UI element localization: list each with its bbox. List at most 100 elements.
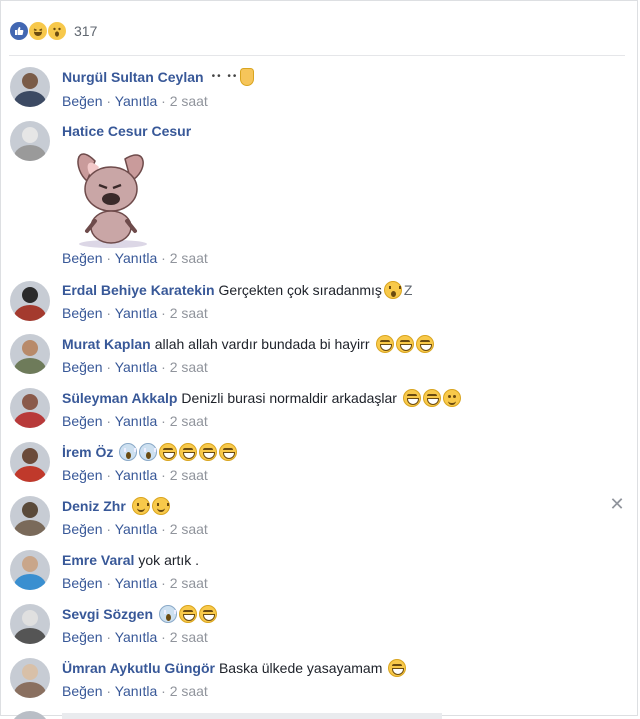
grin-emoji-icon [199,605,218,623]
wink-emoji-icon [442,389,461,407]
separator: · [161,93,170,109]
wow-icon [47,21,67,41]
comment-text: yok artık . [138,552,200,568]
smile-emoji-icon [151,497,170,515]
timestamp[interactable]: 2 saat [170,93,208,109]
reply-link[interactable]: Yanıtla [115,250,158,266]
scream-emoji-icon [159,605,178,623]
like-link[interactable]: Beğen [62,250,102,266]
divider [9,55,625,56]
grin-emoji-icon [422,389,441,407]
avatar[interactable] [10,496,50,536]
separator: · [106,521,115,537]
like-link[interactable]: Beğen [62,629,102,645]
comment-author[interactable]: Emre Varal [62,551,134,569]
avatar[interactable] [10,281,50,321]
separator: · [106,250,115,266]
timestamp[interactable]: 2 saat [170,521,208,537]
separator: · [161,359,170,375]
grin-emoji-icon [402,389,421,407]
reply-link[interactable]: Yanıtla [115,683,158,699]
comment-text: Baska ülkede yasayamam [218,660,383,676]
reply-link[interactable]: Yanıtla [115,575,158,591]
like-link[interactable]: Beğen [62,93,102,109]
reply-link[interactable]: Yanıtla [115,629,158,645]
avatar[interactable] [10,121,50,161]
comment-text: Denizli burasi normaldir arkadaşlar [181,390,397,406]
reply-link[interactable]: Yanıtla [115,93,158,109]
comment-trail: Z [403,282,413,298]
separator: · [161,629,170,645]
comment-author[interactable]: Nurgül Sultan Ceylan [62,68,204,86]
comment-author[interactable]: İrem Öz [62,443,113,461]
grin-emoji-icon [179,443,198,461]
reply-link[interactable]: Yanıtla [115,305,158,321]
timestamp[interactable]: 2 saat [170,683,208,699]
separator: · [161,413,170,429]
avatar[interactable] [10,550,50,590]
grin-emoji-icon [375,335,394,353]
separator: · [106,629,115,645]
timestamp[interactable]: 2 saat [170,467,208,483]
scream-emoji-icon [119,443,138,461]
reply-link[interactable]: Yanıtla [115,413,158,429]
separator: · [161,521,170,537]
comment-text: •• •• [211,71,239,82]
hand-emoji-icon [240,68,255,86]
separator: · [106,359,115,375]
timestamp[interactable]: 2 saat [170,575,208,591]
grin-emoji-icon [219,443,238,461]
separator: · [106,93,115,109]
comment-author[interactable]: Sevgi Sözgen [62,605,153,623]
scream-emoji-icon [139,443,158,461]
comments-panel: 317 Nurgül Sultan Ceylan •• •• Beğen · Y… [0,0,638,719]
separator: · [161,250,170,266]
comment-author[interactable]: Süleyman Akkalp [62,389,177,407]
like-link[interactable]: Beğen [62,413,102,429]
like-link[interactable]: Beğen [62,305,102,321]
separator: · [161,467,170,483]
reply-link[interactable]: Yanıtla [115,521,158,537]
comment-text: allah allah vardır bundada bi hayirr [154,336,370,352]
timestamp[interactable]: 2 saat [170,305,208,321]
like-link[interactable]: Beğen [62,359,102,375]
separator: · [106,467,115,483]
comment-author[interactable]: Murat Kaplan [62,335,151,353]
reply-link[interactable]: Yanıtla [115,359,158,375]
comment-author[interactable]: Erdal Behiye Karatekin [62,281,215,299]
like-link[interactable]: Beğen [62,575,102,591]
like-link[interactable]: Beğen [62,683,102,699]
grin-emoji-icon [395,335,414,353]
timestamp[interactable]: 2 saat [170,413,208,429]
grin-emoji-icon [159,443,178,461]
timestamp[interactable]: 2 saat [170,629,208,645]
avatar[interactable] [10,604,50,644]
grin-emoji-icon [415,335,434,353]
grin-emoji-icon [199,443,218,461]
reaction-count: 317 [74,23,98,39]
comment-author[interactable]: Hatice Cesur Cesur [62,122,191,140]
comment-author[interactable]: Deniz Zhr [62,497,126,515]
grin-emoji-icon [388,659,407,677]
haha-icon [28,21,48,41]
avatar[interactable] [10,658,50,698]
avatar[interactable] [10,442,50,482]
bunny-sticker[interactable] [65,141,155,249]
avatar[interactable] [10,388,50,428]
smile-emoji-icon [131,497,150,515]
separator: · [161,575,170,591]
comment-author[interactable]: Ümran Aykutlu Güngör [62,659,215,677]
grin-emoji-icon [179,605,198,623]
reaction-summary[interactable]: 317 [9,19,97,43]
like-link[interactable]: Beğen [62,467,102,483]
close-icon[interactable]: ✕ [608,495,626,513]
like-link[interactable]: Beğen [62,521,102,537]
timestamp[interactable]: 2 saat [170,250,208,266]
separator: · [106,683,115,699]
partial-comment-text [62,713,442,719]
reply-link[interactable]: Yanıtla [115,467,158,483]
avatar[interactable] [10,334,50,374]
separator: · [161,305,170,321]
timestamp[interactable]: 2 saat [170,359,208,375]
avatar[interactable] [10,67,50,107]
